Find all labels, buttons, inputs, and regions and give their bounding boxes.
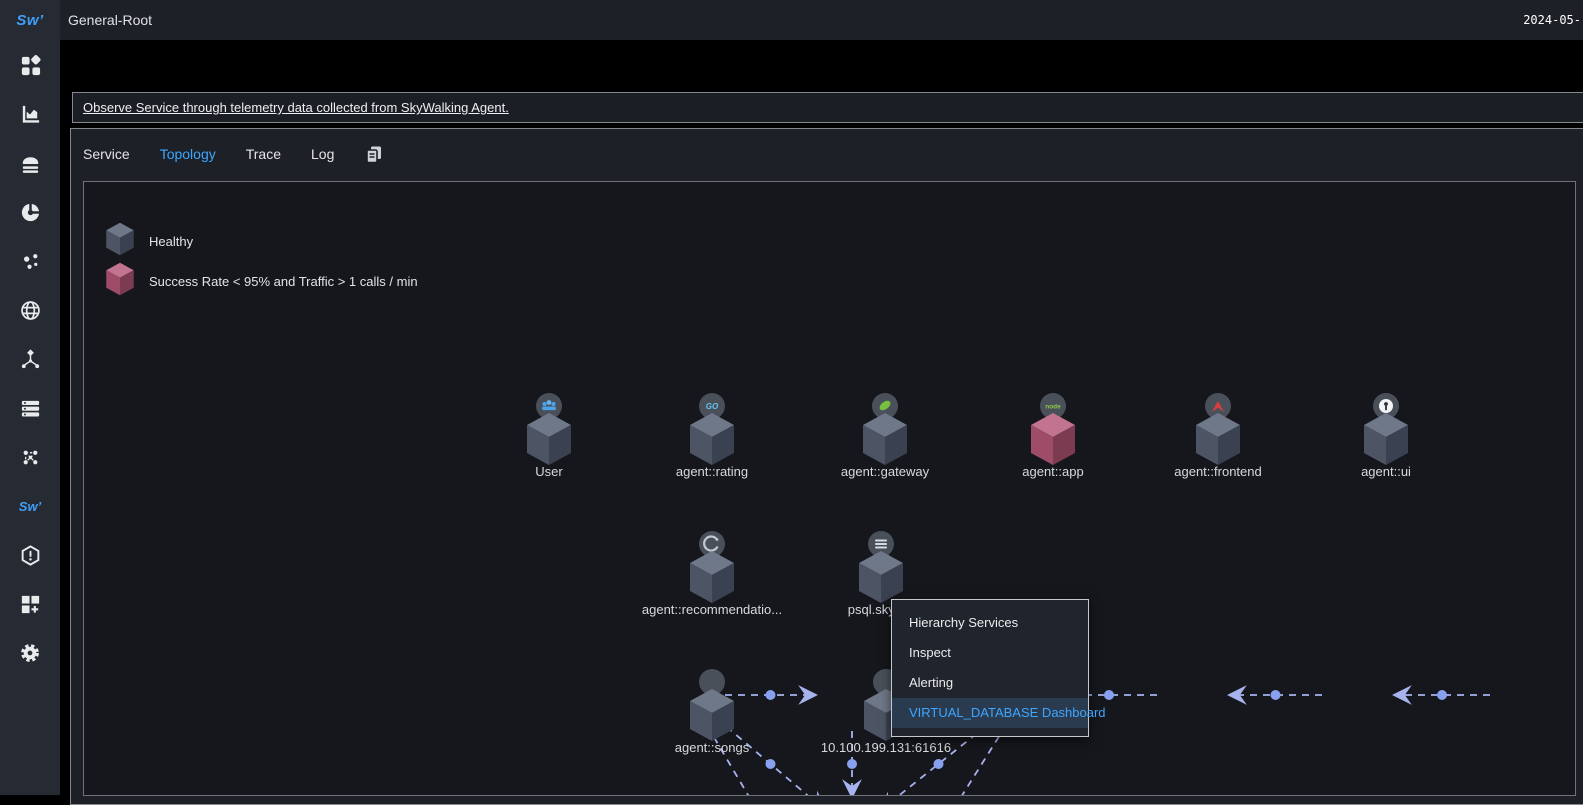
time-range-value[interactable]: 2024-05- — [1523, 13, 1581, 27]
context-menu: Hierarchy ServicesInspectAlertingVIRTUAL… — [891, 599, 1089, 737]
frontend-cube — [1194, 412, 1242, 471]
user-cube — [525, 412, 573, 471]
topology-edges — [83, 181, 1576, 796]
sidebar: Sw’ Sw’ — [0, 0, 60, 795]
sidebar-item-server-list-icon[interactable] — [18, 396, 42, 420]
songs-cube — [688, 688, 736, 747]
ip-label: 10.100.199.131:61616 — [776, 740, 996, 755]
sidebar-item-alarm-hexagon-icon[interactable] — [18, 543, 42, 567]
sidebar-item-settings-gear-icon[interactable] — [18, 641, 42, 665]
skywalking-logo[interactable]: Sw’ — [16, 0, 43, 40]
svg-text:node: node — [1045, 404, 1061, 411]
header-bar: General-Root 2024-05- — [60, 0, 1583, 40]
description-banner: Observe Service through telemetry data c… — [72, 92, 1583, 123]
svg-text:GO: GO — [706, 402, 719, 411]
sidebar-item-globe-icon[interactable] — [18, 298, 42, 322]
sidebar-item-bar-chart-icon[interactable] — [18, 102, 42, 126]
tab-topology[interactable]: Topology — [160, 146, 216, 162]
context-menu-item-alerting[interactable]: Alerting — [892, 668, 1088, 698]
gateway-cube — [861, 412, 909, 471]
sidebar-item-layers-icon[interactable] — [18, 151, 42, 175]
rating-cube — [688, 412, 736, 471]
sidebar-item-apps-grid-icon[interactable] — [18, 53, 42, 77]
context-menu-item-virtual-database-dashboard[interactable]: VIRTUAL_DATABASE Dashboard — [892, 698, 1088, 728]
tab-service[interactable]: Service — [83, 146, 130, 162]
logo-text: Sw — [16, 12, 39, 29]
recommendation-cube — [688, 550, 736, 609]
ui-label: agent::ui — [1276, 464, 1496, 479]
app-cube — [1029, 412, 1077, 471]
logo-mark: ’ — [39, 12, 44, 29]
duplicate-icon[interactable] — [364, 144, 384, 164]
topology-canvas[interactable]: Healthy Success Rate < 95% and Traffic >… — [83, 181, 1576, 796]
sidebar-item-scatter-dots-icon[interactable] — [18, 249, 42, 273]
banner-link[interactable]: Observe Service through telemetry data c… — [83, 100, 509, 115]
page-title: General-Root — [68, 12, 152, 28]
service-tabs-panel: Service Topology Trace Log Healthy Success … — [70, 128, 1583, 805]
context-menu-item-inspect[interactable]: Inspect — [892, 638, 1088, 668]
sidebar-item-topology-icon[interactable] — [18, 445, 42, 469]
sidebar-item-network-3d-icon[interactable] — [18, 347, 42, 371]
tab-trace[interactable]: Trace — [246, 146, 281, 162]
tabs-row: Service Topology Trace Log — [71, 129, 1583, 179]
sidebar-item-widgets-add-icon[interactable] — [18, 592, 42, 616]
context-menu-item-hierarchy-services[interactable]: Hierarchy Services — [892, 608, 1088, 638]
tab-log[interactable]: Log — [311, 146, 334, 162]
sidebar-item-skywalking-logo[interactable]: Sw’ — [18, 494, 42, 518]
sidebar-item-donut-chart-icon[interactable] — [18, 200, 42, 224]
ui-cube — [1362, 412, 1410, 471]
